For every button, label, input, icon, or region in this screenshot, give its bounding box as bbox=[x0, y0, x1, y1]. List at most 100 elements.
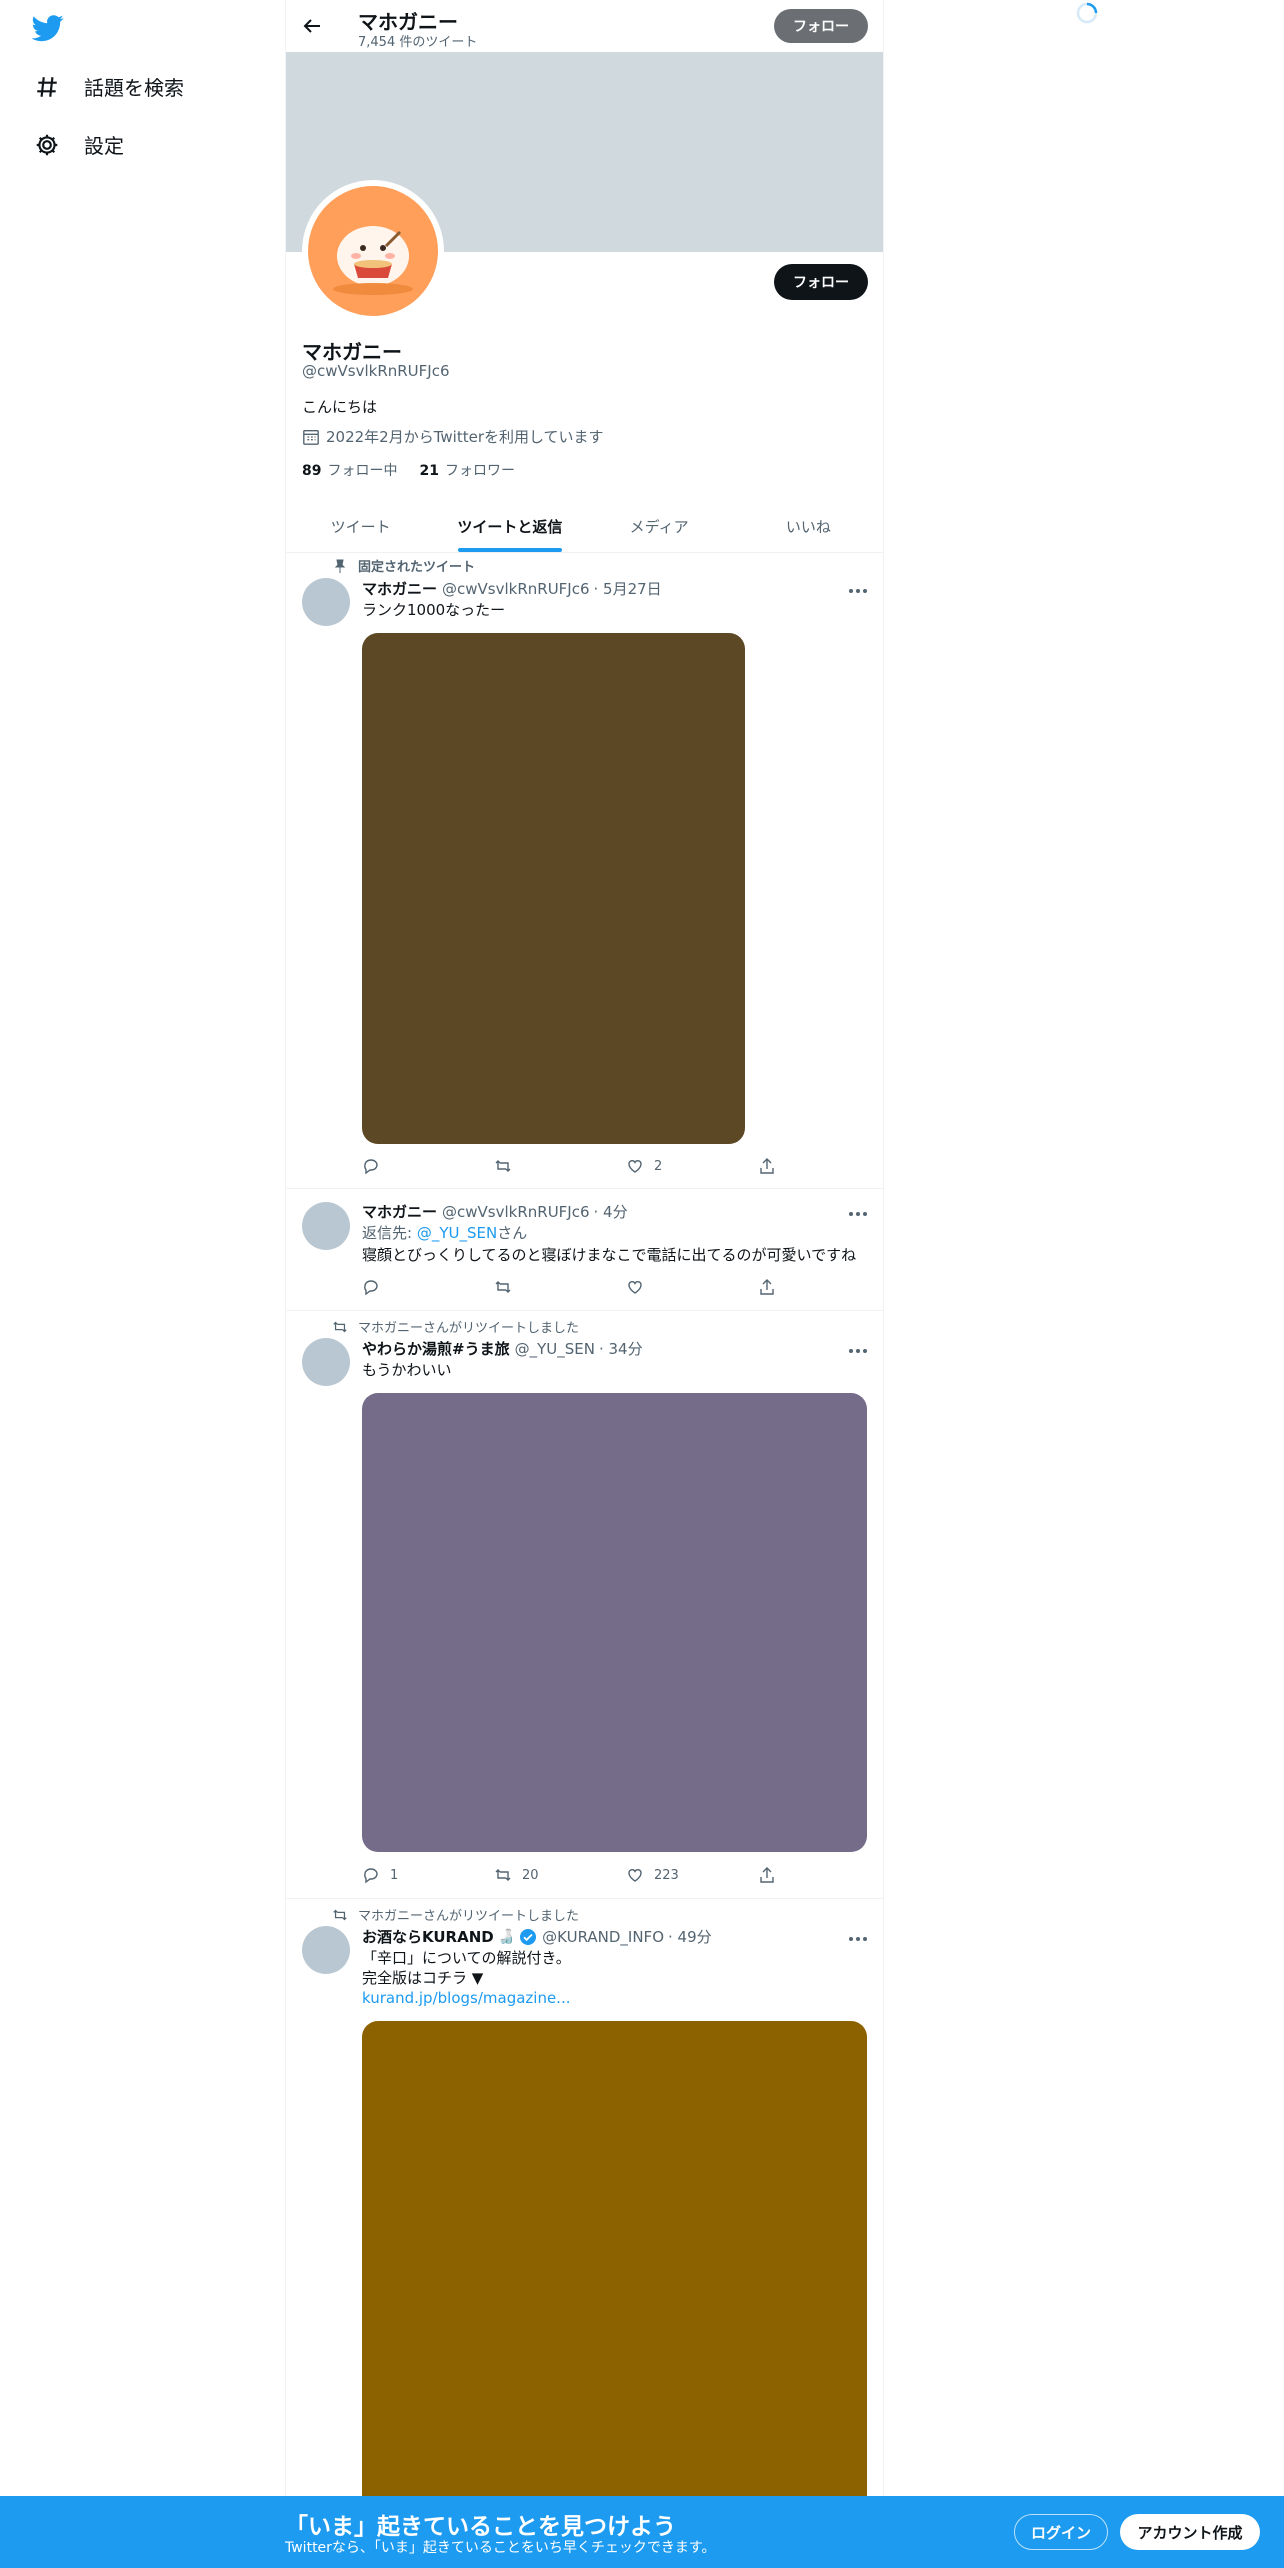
tweet-text-line1: 「辛口」についての解説付き。 bbox=[362, 1949, 571, 1967]
pin-icon bbox=[334, 559, 346, 573]
share-icon bbox=[760, 1158, 774, 1174]
tab-likes[interactable]: いいね bbox=[734, 500, 883, 552]
column-border-left bbox=[285, 0, 286, 2568]
tweet-text: ランク1000なったー bbox=[362, 601, 506, 619]
tweet-avatar[interactable] bbox=[302, 1926, 350, 1974]
reply-to-handle[interactable]: @_YU_SEN bbox=[417, 1224, 497, 1242]
tweet-header: マホガニー @cwVsvlkRnRUFJc6 · 5月27日 bbox=[362, 578, 662, 599]
retweet-button[interactable]: 20 bbox=[494, 1866, 626, 1884]
tweet-text: 寝顔とびっくりしてるのと寝ぼけまなこで電話に出てるのが可愛いですね bbox=[362, 1246, 857, 1264]
share-button[interactable] bbox=[758, 1866, 890, 1884]
like-button[interactable]: 2 bbox=[626, 1157, 758, 1175]
like-button[interactable] bbox=[626, 1278, 758, 1296]
signup-button[interactable]: アカウント作成 bbox=[1120, 2514, 1260, 2550]
tweet-avatar[interactable] bbox=[302, 1202, 350, 1250]
retweet-icon bbox=[333, 1321, 347, 1332]
following-link[interactable]: 89 フォロー中 bbox=[302, 460, 397, 480]
tweet-link[interactable]: kurand.jp/blogs/magazine... bbox=[362, 1988, 570, 2008]
share-button[interactable] bbox=[758, 1278, 890, 1296]
login-button[interactable]: ログイン bbox=[1014, 2514, 1108, 2550]
tweet-author-name[interactable]: やわらか湯煎#うま旅 bbox=[362, 1338, 510, 1359]
profile-joined: 2022年2月からTwitterを利用しています bbox=[302, 426, 604, 447]
tweet-text: もうかわいい bbox=[362, 1361, 452, 1379]
more-icon[interactable] bbox=[846, 582, 870, 594]
tweet-media-image[interactable] bbox=[362, 1393, 867, 1852]
tab-media[interactable]: メディア bbox=[585, 500, 734, 552]
pinned-context: 固定されたツイート bbox=[332, 556, 475, 575]
tweet-divider bbox=[286, 1310, 883, 1311]
tab-tweets-and-replies[interactable]: ツイートと返信 bbox=[435, 500, 584, 552]
reply-icon bbox=[364, 1868, 378, 1884]
tweet-time[interactable]: · 4分 bbox=[594, 1201, 628, 1222]
calendar-icon bbox=[303, 429, 319, 445]
tweet-actions: 2 bbox=[362, 1157, 890, 1175]
share-icon bbox=[760, 1279, 774, 1295]
tweet-actions: 1 20 223 bbox=[362, 1866, 890, 1884]
tweet-author-handle[interactable]: @_YU_SEN bbox=[515, 1340, 595, 1358]
hashtag-icon bbox=[37, 76, 57, 97]
signup-banner-title: 「いま」起きていることを見つけよう bbox=[285, 2514, 676, 2540]
retweet-button[interactable] bbox=[494, 1278, 626, 1296]
tweet-media-image[interactable] bbox=[362, 2021, 867, 2521]
profile-avatar[interactable] bbox=[308, 186, 438, 316]
reply-icon bbox=[364, 1159, 378, 1175]
back-arrow-icon[interactable] bbox=[300, 14, 324, 38]
followers-link[interactable]: 21 フォロワー bbox=[419, 460, 514, 480]
reply-to: 返信先: @_YU_SENさん bbox=[362, 1224, 528, 1242]
heart-icon bbox=[628, 1281, 642, 1294]
tweet-author-handle[interactable]: @cwVsvlkRnRUFJc6 bbox=[442, 580, 590, 598]
verified-badge-icon bbox=[519, 1928, 537, 1946]
gear-icon bbox=[36, 134, 58, 155]
profile-tabs: ツイート ツイートと返信 メディア いいね bbox=[286, 500, 883, 553]
profile-stats: 89 フォロー中 21 フォロワー bbox=[302, 460, 515, 480]
signup-banner-subtitle: Twitterなら、「いま」起きていることをいち早くチェックできます。 bbox=[285, 2540, 716, 2556]
heart-icon bbox=[628, 1869, 642, 1882]
nav-explore-label: 話題を検索 bbox=[84, 76, 184, 100]
tweet-media-image[interactable] bbox=[362, 633, 745, 1144]
nav-explore[interactable]: 話題を検索 bbox=[34, 72, 184, 101]
tweet-header: マホガニー @cwVsvlkRnRUFJc6 · 4分 bbox=[362, 1201, 628, 1222]
retweet-button[interactable] bbox=[494, 1157, 626, 1175]
share-button[interactable] bbox=[758, 1157, 890, 1175]
profile-bio: こんにちは bbox=[302, 398, 378, 416]
twitter-logo-icon[interactable] bbox=[31, 12, 64, 44]
tweet-author-handle[interactable]: @KURAND_INFO bbox=[542, 1928, 664, 1946]
tweet-text-line2: 完全版はコチラ ▼ bbox=[362, 1969, 484, 1987]
more-icon[interactable] bbox=[846, 1930, 870, 1942]
reply-button[interactable] bbox=[362, 1278, 494, 1296]
tweet-author-name[interactable]: マホガニー bbox=[362, 578, 437, 599]
retweet-icon bbox=[333, 1909, 347, 1920]
tweet-header: お酒ならKURAND 🍶 @KURAND_INFO · 49分 bbox=[362, 1926, 712, 1947]
reply-icon bbox=[364, 1280, 378, 1296]
retweet-context: マホガニーさんがリツイートしました bbox=[332, 1905, 579, 1924]
tweet-time[interactable]: · 34分 bbox=[599, 1338, 643, 1359]
profile-name: マホガニー bbox=[302, 340, 402, 364]
tweet-author-handle[interactable]: @cwVsvlkRnRUFJc6 bbox=[442, 1203, 590, 1221]
like-button[interactable]: 223 bbox=[626, 1866, 758, 1884]
tweet-author-name[interactable]: お酒ならKURAND bbox=[362, 1926, 494, 1947]
nav-settings[interactable]: 設定 bbox=[34, 130, 124, 159]
follow-button[interactable]: フォロー bbox=[774, 264, 868, 300]
more-icon[interactable] bbox=[846, 1205, 870, 1217]
heart-icon bbox=[628, 1160, 642, 1173]
reply-button[interactable] bbox=[362, 1157, 494, 1175]
tweet-time[interactable]: · 49分 bbox=[668, 1926, 712, 1947]
header-tweet-count: 7,454 件のツイート bbox=[358, 35, 478, 50]
profile-handle: @cwVsvlkRnRUFJc6 bbox=[302, 362, 450, 380]
retweet-icon bbox=[495, 1869, 511, 1881]
tab-tweets[interactable]: ツイート bbox=[286, 500, 435, 552]
header-follow-button[interactable]: フォロー bbox=[774, 9, 868, 43]
reply-button[interactable]: 1 bbox=[362, 1866, 494, 1884]
tweet-header: やわらか湯煎#うま旅 @_YU_SEN · 34分 bbox=[362, 1338, 643, 1359]
tweet-avatar[interactable] bbox=[302, 1338, 350, 1386]
tweet-author-name[interactable]: マホガニー bbox=[362, 1201, 437, 1222]
tweet-avatar[interactable] bbox=[302, 578, 350, 626]
profile-joined-text: 2022年2月からTwitterを利用しています bbox=[326, 428, 604, 446]
loading-spinner-icon bbox=[1076, 2, 1098, 24]
tweet-actions bbox=[362, 1278, 890, 1296]
tweet-time[interactable]: · 5月27日 bbox=[594, 578, 662, 599]
nav-settings-label: 設定 bbox=[84, 134, 124, 158]
retweet-context: マホガニーさんがリツイートしました bbox=[332, 1317, 579, 1336]
tweet-divider bbox=[286, 1188, 883, 1189]
more-icon[interactable] bbox=[846, 1342, 870, 1354]
